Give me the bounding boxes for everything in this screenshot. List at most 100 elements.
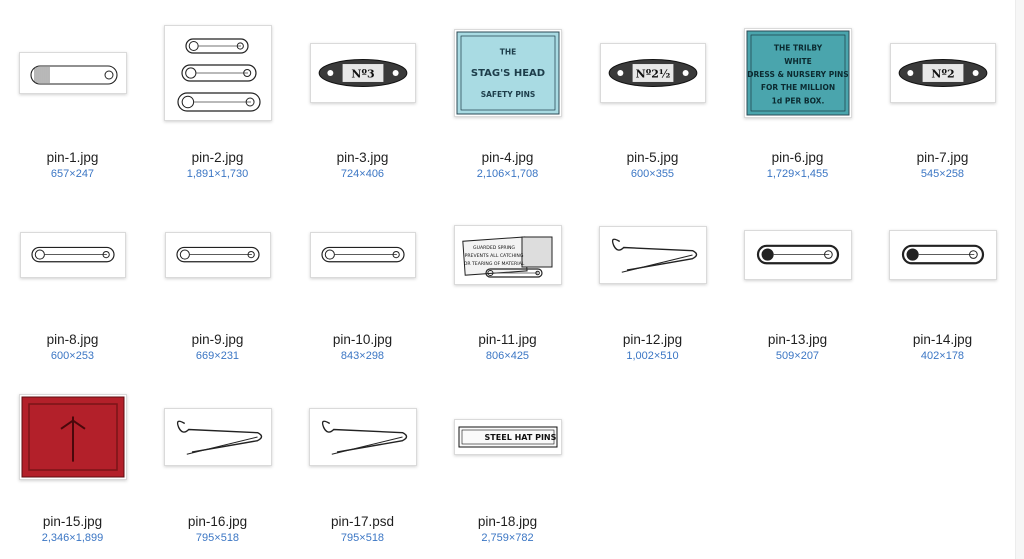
file-thumbnail[interactable]: [164, 231, 271, 278]
file-thumbnail[interactable]: [18, 393, 127, 480]
file-name[interactable]: pin-2.jpg: [145, 150, 290, 165]
file-dimensions: 600×355: [630, 168, 675, 180]
file-dimensions: 509×207: [775, 350, 820, 362]
safety-pin-icon: [180, 63, 257, 82]
thumbnail-wrapper: [870, 191, 1015, 318]
file-name[interactable]: pin-16.jpg: [145, 514, 290, 529]
file-thumbnail[interactable]: [308, 407, 417, 466]
banner-text: STEEL HAT PINS: [484, 433, 556, 442]
safety-pin-icon: [30, 246, 115, 262]
scrollbar[interactable]: [1015, 0, 1024, 559]
file-item[interactable]: Nº2½ pin-5.jpg 600×355: [580, 9, 725, 184]
file-thumbnail[interactable]: THE STAG'S HEAD SAFETY PINS: [453, 28, 562, 117]
thumbnail-wrapper: STEEL HAT PINS: [435, 373, 580, 500]
label-text: SAFETY PINS: [480, 90, 535, 99]
thumbnail-wrapper: Nº2½: [580, 9, 725, 136]
file-item[interactable]: STEEL HAT PINS pin-18.jpg 2,759×782: [435, 373, 580, 548]
thumbnail-wrapper: [0, 9, 145, 136]
file-grid: pin-1.jpg 657×247 pin-2.jpg 1,891×1,730 Nº3 p…: [0, 0, 1012, 559]
file-item[interactable]: THE STAG'S HEAD SAFETY PINS pin-4.jpg 2,106×…: [435, 9, 580, 184]
thumbnail-wrapper: [290, 191, 435, 318]
file-name[interactable]: pin-9.jpg: [145, 332, 290, 347]
file-dimensions: 1,891×1,730: [186, 168, 249, 180]
file-item[interactable]: pin-12.jpg 1,002×510: [580, 191, 725, 366]
file-dimensions: 600×253: [50, 350, 95, 362]
thumbnail-wrapper: [145, 9, 290, 136]
file-item[interactable]: Nº3 pin-3.jpg 724×406: [290, 9, 435, 184]
file-thumbnail[interactable]: [888, 229, 997, 280]
thumbnail-wrapper: THE STAG'S HEAD SAFETY PINS: [435, 9, 580, 136]
safety-pin-icon: [320, 246, 405, 262]
file-thumbnail[interactable]: [309, 231, 416, 278]
file-item[interactable]: GUARDED SPRING PREVENTS ALL CATCHING OR TE…: [435, 191, 580, 366]
file-item[interactable]: pin-17.psd 795×518: [290, 373, 435, 548]
file-item[interactable]: pin-10.jpg 843×298: [290, 191, 435, 366]
label-text: 1d PER BOX.: [771, 96, 824, 105]
label-text: WHITE: [784, 56, 812, 65]
file-item[interactable]: pin-13.jpg 509×207: [725, 191, 870, 366]
file-item[interactable]: pin-1.jpg 657×247: [0, 9, 145, 184]
plate-number-text: Nº2½: [635, 67, 670, 80]
thumbnail-wrapper: [0, 373, 145, 500]
file-name[interactable]: pin-17.psd: [290, 514, 435, 529]
thumbnail-wrapper: [0, 191, 145, 318]
file-name[interactable]: pin-4.jpg: [435, 150, 580, 165]
file-name[interactable]: pin-10.jpg: [290, 332, 435, 347]
file-dimensions: 724×406: [340, 168, 385, 180]
file-item[interactable]: pin-2.jpg 1,891×1,730: [145, 9, 290, 184]
file-thumbnail[interactable]: THE TRILBY WHITE DRESS & NURSERY PINS FOR T…: [743, 27, 852, 118]
file-name[interactable]: pin-13.jpg: [725, 332, 870, 347]
thumbnail-wrapper: [290, 373, 435, 500]
open-safety-pin-icon: [611, 238, 697, 273]
file-thumbnail[interactable]: GUARDED SPRING PREVENTS ALL CATCHING OR TE…: [453, 224, 562, 285]
file-name[interactable]: pin-6.jpg: [725, 150, 870, 165]
file-item[interactable]: pin-9.jpg 669×231: [145, 191, 290, 366]
file-dimensions: 669×231: [195, 350, 240, 362]
file-dimensions: 2,346×1,899: [41, 532, 104, 544]
file-name[interactable]: pin-1.jpg: [0, 150, 145, 165]
file-thumbnail[interactable]: [743, 229, 852, 280]
file-name[interactable]: pin-5.jpg: [580, 150, 725, 165]
file-dimensions: 402×178: [920, 350, 965, 362]
file-name[interactable]: pin-18.jpg: [435, 514, 580, 529]
file-dimensions: 1,002×510: [626, 350, 679, 362]
file-item[interactable]: THE TRILBY WHITE DRESS & NURSERY PINS FOR T…: [725, 9, 870, 184]
file-item[interactable]: pin-15.jpg 2,346×1,899: [0, 373, 145, 548]
file-name[interactable]: pin-3.jpg: [290, 150, 435, 165]
file-name[interactable]: pin-12.jpg: [580, 332, 725, 347]
open-safety-pin-icon: [176, 420, 262, 455]
thumbnail-wrapper: [580, 191, 725, 318]
file-thumbnail[interactable]: [598, 225, 707, 284]
label-text: THE TRILBY: [773, 43, 822, 52]
open-safety-pin-icon: [321, 420, 407, 455]
file-thumbnail[interactable]: Nº2½: [599, 42, 706, 103]
thumbnail-wrapper: [145, 373, 290, 500]
file-name[interactable]: pin-11.jpg: [435, 332, 580, 347]
card-text: GUARDED SPRING: [473, 245, 515, 251]
file-item[interactable]: pin-16.jpg 795×518: [145, 373, 290, 548]
label-text: THE: [499, 47, 516, 56]
file-thumbnail[interactable]: [163, 407, 272, 466]
file-name[interactable]: pin-7.jpg: [870, 150, 1015, 165]
card-text: PREVENTS ALL CATCHING: [464, 253, 523, 259]
file-thumbnail[interactable]: [163, 24, 272, 121]
thumbnail-wrapper: GUARDED SPRING PREVENTS ALL CATCHING OR TE…: [435, 191, 580, 318]
thumbnail-wrapper: Nº3: [290, 9, 435, 136]
file-name[interactable]: pin-14.jpg: [870, 332, 1015, 347]
thumbnail-wrapper: Nº2: [870, 9, 1015, 136]
file-item[interactable]: pin-8.jpg 600×253: [0, 191, 145, 366]
file-name[interactable]: pin-8.jpg: [0, 332, 145, 347]
file-item[interactable]: pin-14.jpg 402×178: [870, 191, 1015, 366]
file-thumbnail[interactable]: Nº3: [309, 42, 416, 103]
file-item[interactable]: Nº2 pin-7.jpg 545×258: [870, 9, 1015, 184]
file-dimensions: 2,106×1,708: [476, 168, 539, 180]
file-thumbnail[interactable]: STEEL HAT PINS: [453, 418, 562, 455]
file-dimensions: 2,759×782: [481, 532, 534, 544]
file-thumbnail[interactable]: Nº2: [889, 42, 996, 103]
file-thumbnail[interactable]: [19, 231, 126, 278]
file-dimensions: 545×258: [920, 168, 965, 180]
file-dimensions: 657×247: [50, 168, 95, 180]
file-name[interactable]: pin-15.jpg: [0, 514, 145, 529]
safety-pin-icon: [176, 91, 261, 112]
file-thumbnail[interactable]: [18, 51, 127, 94]
